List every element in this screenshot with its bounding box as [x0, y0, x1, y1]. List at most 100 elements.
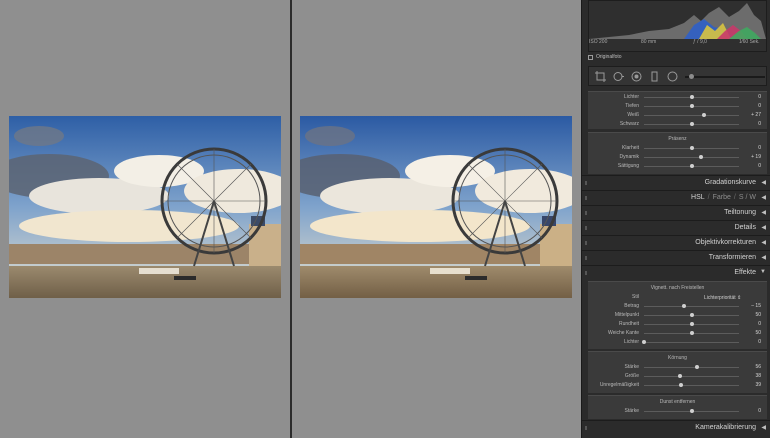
panel-header-hsl[interactable]: HSL / Farbe / S / W ◀: [582, 190, 770, 204]
presence-title: Präsenz: [668, 136, 687, 142]
slider-track[interactable]: [644, 367, 739, 368]
slider-row: Unregelmäßigkeit 39: [588, 381, 767, 390]
panel-switch-icon: [585, 241, 587, 245]
slider-value[interactable]: 0: [758, 163, 761, 169]
radial-filter-icon[interactable]: [667, 71, 678, 82]
red-eye-icon[interactable]: [631, 71, 642, 82]
slider-value[interactable]: 0: [758, 94, 761, 100]
panel-header-camera-calibration[interactable]: Kamerakalibrierung ◀: [582, 420, 770, 434]
slider-value[interactable]: 56: [755, 364, 761, 370]
slider-knob[interactable]: [701, 113, 706, 117]
slider-value[interactable]: 0: [758, 408, 761, 414]
slider-track[interactable]: [644, 115, 739, 116]
collapse-arrow-icon: ◀: [761, 225, 766, 231]
slider-knob[interactable]: [689, 322, 694, 326]
tab-color[interactable]: Farbe: [713, 194, 731, 201]
slider-knob[interactable]: [689, 164, 694, 168]
panel-title: Gradationskurve: [704, 179, 756, 186]
dehaze-section: Dunst entfernen Stärke 0: [588, 395, 767, 419]
slider-value[interactable]: + 27: [751, 112, 761, 118]
slider-value[interactable]: 0: [758, 321, 761, 327]
slider-label: Lichter: [623, 339, 639, 345]
panel-title: Transformieren: [708, 254, 756, 261]
compare-view: [0, 0, 581, 438]
panel-title: Details: [734, 224, 756, 231]
slider-value[interactable]: 0: [758, 339, 761, 345]
slider-knob[interactable]: [642, 340, 646, 344]
collapse-arrow-icon: ◀: [761, 195, 766, 201]
slider-track[interactable]: [644, 157, 739, 158]
slider-knob[interactable]: [689, 122, 694, 126]
panel-switch-icon: [585, 256, 587, 260]
iso-value: ISO 200: [589, 39, 608, 45]
grain-section: Körnung Stärke 56 Größe 38 Unregelmäßigkeit 3…: [588, 351, 767, 393]
after-photo[interactable]: [300, 116, 572, 298]
slider-knob[interactable]: [689, 409, 694, 413]
slider-knob[interactable]: [689, 146, 694, 150]
tab-hsl[interactable]: HSL: [691, 194, 705, 201]
slider-label: Mittelpunkt: [614, 312, 639, 318]
slider-value[interactable]: 0: [758, 145, 761, 151]
original-photo-checkbox[interactable]: [588, 54, 593, 60]
spot-removal-icon[interactable]: [613, 71, 624, 82]
panel-switch-icon: [585, 271, 587, 275]
slider-value[interactable]: 50: [755, 330, 761, 336]
app-window: ISO 200 80 mm ƒ / 9,0 1⁄60 Sek. Original…: [0, 0, 770, 438]
slider-track[interactable]: [644, 376, 739, 377]
before-photo[interactable]: [9, 116, 281, 298]
slider-label: Tiefen: [625, 103, 639, 109]
slider-value[interactable]: 39: [755, 382, 761, 388]
panel-switch-icon: [585, 226, 587, 230]
slider-label: Lichter: [623, 94, 639, 100]
slider-knob[interactable]: [699, 155, 703, 159]
slider-row: Schwarz 0: [588, 120, 767, 129]
slider-knob[interactable]: [695, 365, 700, 369]
slider-label: Dynamik: [619, 154, 639, 160]
slider-knob[interactable]: [679, 383, 684, 387]
slider-knob[interactable]: [689, 104, 694, 108]
original-photo-toggle[interactable]: Originalfoto: [588, 54, 622, 60]
slider-value[interactable]: + 19: [751, 154, 761, 160]
panel-header-tone-curve[interactable]: Gradationskurve ◀: [582, 175, 770, 189]
slider-value[interactable]: 38: [755, 373, 761, 379]
panel-header-transform[interactable]: Transformieren ◀: [582, 250, 770, 264]
tab-separator: /: [733, 194, 736, 201]
panel-header-lens-corrections[interactable]: Objektivkorrekturen ◀: [582, 235, 770, 249]
slider-label: Klarheit: [622, 145, 639, 151]
panel-title: Teiltonung: [724, 209, 756, 216]
slider-knob[interactable]: [689, 313, 694, 317]
slider-row: Klarheit 0: [588, 144, 767, 153]
basic-section: Lichter 0 Tiefen 0 Weiß + 27 Schwarz 0: [588, 91, 767, 129]
graduated-filter-icon[interactable]: [649, 71, 660, 82]
tab-bw[interactable]: S / W: [739, 194, 756, 201]
slider-track[interactable]: [644, 342, 739, 343]
focal-value: 80 mm: [641, 39, 657, 45]
select-arrows-icon: ⇕: [737, 295, 742, 301]
brush-slider-knob[interactable]: [689, 74, 694, 79]
slider-knob[interactable]: [689, 331, 694, 335]
slider-track[interactable]: [644, 306, 739, 307]
style-select[interactable]: Lichterpriorität ⇕: [704, 295, 741, 301]
slider-knob[interactable]: [689, 95, 694, 99]
slider-knob[interactable]: [678, 374, 683, 378]
slider-row: Rundheit 0: [588, 320, 767, 329]
slider-label: Stärke: [624, 408, 639, 414]
crop-tool-icon[interactable]: [595, 71, 606, 82]
panel-header-effects[interactable]: Effekte ▼: [582, 265, 770, 279]
slider-knob[interactable]: [681, 304, 686, 308]
slider-row: Weiß + 27: [588, 111, 767, 120]
style-label: Stil: [632, 294, 639, 300]
slider-value[interactable]: – 15: [751, 303, 761, 309]
before-pane: [0, 0, 290, 438]
slider-row: Dynamik + 19: [588, 153, 767, 162]
slider-track[interactable]: [644, 385, 739, 386]
panel-switch-icon: [585, 181, 587, 185]
panel-header-details[interactable]: Details ◀: [582, 220, 770, 234]
panel-switch-icon: [585, 196, 587, 200]
collapse-arrow-icon: ◀: [761, 255, 766, 261]
brush-slider[interactable]: [685, 74, 765, 79]
panel-header-split-toning[interactable]: Teiltonung ◀: [582, 205, 770, 219]
slider-value[interactable]: 0: [758, 103, 761, 109]
slider-value[interactable]: 0: [758, 121, 761, 127]
slider-value[interactable]: 50: [755, 312, 761, 318]
